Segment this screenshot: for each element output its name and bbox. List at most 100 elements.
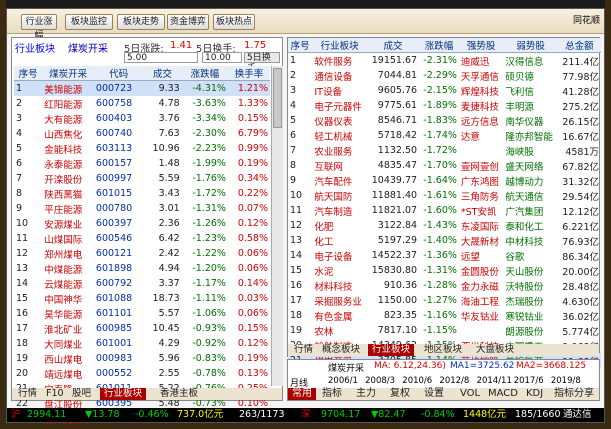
table-cell: 31.32亿 [562, 176, 599, 188]
nav-tab-adjust[interactable]: 复权 [386, 388, 414, 400]
table-row[interactable]: 20 靖远煤电 000552 2.55 -0.78% 0.13% [14, 366, 270, 381]
table-cell: 0.34% [237, 173, 268, 184]
table-cell: -0.93% [192, 323, 226, 334]
tab-region-sector[interactable]: 地区板块 [420, 344, 466, 356]
col-code[interactable]: 代码 [93, 66, 144, 81]
table-row[interactable]: 5 金能科技 603113 10.96 -2.23% 0.99% [14, 141, 270, 156]
tab-quote-right[interactable]: 行情 [290, 344, 317, 356]
table-row[interactable]: 4 山西焦化 600740 7.63 -2.30% 6.79% [14, 126, 270, 141]
table-row[interactable]: 1 美锦能源 000723 9.33 -4.31% 1.21% [14, 80, 270, 96]
col-weak-stock[interactable]: 弱势股 [503, 38, 558, 53]
nav-tab-share[interactable]: 指标分享 [550, 388, 598, 400]
table-row[interactable]: 2 红阳能源 600758 4.78 -3.63% 1.33% [14, 96, 270, 111]
nav-tab-common[interactable]: 常用 [288, 388, 316, 400]
col-name[interactable]: 煤炭开采 [42, 66, 94, 81]
col-index[interactable]: 序号 [14, 66, 43, 81]
table-cell: 汉得信息 [505, 56, 544, 68]
table-row[interactable]: 5 仪器仪表 8546.71 -1.83% 远方信息 南华仪器 26.15亿 [288, 113, 601, 128]
left-scroll-thumb[interactable] [273, 68, 282, 128]
table-cell: 0.12% [237, 338, 268, 349]
table-row[interactable]: 9 平庄能源 000780 3.01 -1.31% 0.07% [14, 201, 270, 216]
tab-concept-sector[interactable]: 概念板块 [318, 344, 364, 356]
table-cell: 211.4亿 [562, 56, 599, 68]
table-row[interactable]: 8 陕西黑猫 601015 3.43 -1.72% 0.22% [14, 186, 270, 201]
toolbar-button-sector-hot[interactable]: 板块热点 [213, 14, 255, 30]
col-index[interactable]: 序号 [288, 38, 313, 53]
table-row[interactable]: 14 电子设备 14522.37 -1.36% 远望 谷歌 86.34亿 [288, 248, 601, 263]
table-row[interactable]: 12 化肥 3122.84 -1.43% 东凌国际 泰和化工 6.221亿 [288, 218, 601, 233]
filter-input-max[interactable]: 10.00 [202, 52, 242, 63]
table-row[interactable]: 19 农林 7817.10 -1.15% 朗源股份 5.774亿 [288, 323, 601, 338]
col-price[interactable]: 成交 [366, 38, 420, 53]
col-change[interactable]: 涨跌幅 [419, 38, 459, 53]
table-row[interactable]: 3 IT设备 9605.76 -2.15% 辉煌科技 飞利信 41.28亿 [288, 83, 601, 98]
table-row[interactable]: 19 西山煤电 000983 5.96 -0.83% 0.19% [14, 351, 270, 366]
nav-tab-macd[interactable]: MACD [484, 388, 522, 400]
table-row[interactable]: 15 中国神华 601088 18.73 -1.11% 0.03% [14, 291, 270, 306]
table-row[interactable]: 15 水泥 15830.80 -1.31% 金圆股份 天山股份 20.00亿 [288, 263, 601, 278]
table-cell: 2 [290, 70, 297, 81]
col-change[interactable]: 涨跌幅 [181, 66, 228, 81]
table-row[interactable]: 8 互联网 4835.47 -1.70% 壹网壹创 盛天网络 67.82亿 [288, 158, 601, 173]
tab-industry-sector[interactable]: 行业板块 [100, 388, 147, 400]
table-cell: -0.78% [192, 368, 226, 379]
tab-industry-sector-right[interactable]: 行业板块 [368, 344, 415, 356]
col-strong-stock[interactable]: 强势股 [458, 38, 504, 53]
toolbar-button-sector-monitor[interactable]: 板块监控 [65, 14, 113, 30]
table-row[interactable]: 18 大同煤业 601001 4.29 -0.92% 0.12% [14, 336, 270, 351]
table-row[interactable]: 4 电子元器件 9775.61 -1.89% 麦捷科技 丰明源 275.2亿 [288, 98, 601, 113]
table-cell: 86.34亿 [562, 251, 599, 263]
nav-tab-settings[interactable]: 设置 [420, 388, 448, 400]
col-sector[interactable]: 行业板块 [312, 38, 367, 53]
toolbar-button-sector-rise[interactable]: 行业涨幅 [21, 14, 57, 41]
nav-tab-main[interactable]: 主力 [352, 388, 380, 400]
table-row[interactable]: 12 郑州煤电 600121 2.42 -1.22% 0.06% [14, 246, 270, 261]
table-row[interactable]: 13 化工 5197.29 -1.40% 大晟新材 中材科技 76.93亿 [288, 233, 601, 248]
nav-tab-vol[interactable]: VOL [456, 388, 484, 400]
table-row[interactable]: 18 有色金属 823.35 -1.16% 华友钴业 寒锐钴业 36.02亿 [288, 308, 601, 323]
tab-quote[interactable]: 行情 [14, 388, 41, 400]
table-cell: 000552 [95, 368, 133, 379]
col-turnover[interactable]: 换手率 [227, 66, 270, 81]
table-row[interactable]: 16 昊华能源 601101 5.57 -1.06% 0.06% [14, 306, 270, 321]
table-row[interactable]: 14 云煤能源 600792 3.37 -1.17% 0.14% [14, 276, 270, 291]
left-scrollbar[interactable] [271, 66, 283, 386]
table-row[interactable]: 10 安源煤业 600397 2.36 -1.26% 0.12% [14, 216, 270, 231]
table-cell: 海峡股 [505, 146, 534, 158]
table-row[interactable]: 11 汽车制造 11821.07 -1.60% *ST安凯 广汽集团 12.12亿 [288, 203, 601, 218]
nav-tab-indicator[interactable]: 指标 [318, 388, 346, 400]
tab-big-sector[interactable]: 大盘板块 [472, 344, 518, 356]
tab-hk-main[interactable]: 香港主板 [156, 388, 202, 400]
col-total-amount[interactable]: 总金额 [557, 38, 601, 53]
table-row[interactable]: 13 中煤能源 601898 4.94 -1.20% 0.06% [14, 261, 270, 276]
filter-button[interactable]: 5日换手 [244, 52, 280, 74]
table-cell: 汽车制造 [314, 206, 353, 218]
table-row[interactable]: 17 采掘服务业 1150.00 -1.27% 海油工程 杰瑞股份 4.630亿 [288, 293, 601, 308]
status-extra: 通达信 [563, 409, 592, 420]
toolbar-button-sector-trend[interactable]: 板块走势 [117, 14, 165, 30]
table-row[interactable]: 1 软件服务 19151.67 -2.31% 迪威迅 汉得信息 211.4亿 [288, 53, 601, 69]
table-row[interactable]: 17 淮北矿业 600985 10.45 -0.93% 0.15% [14, 321, 270, 336]
table-cell: 航天国防 [314, 191, 353, 203]
table-cell: 隆亦邦智能 [505, 131, 553, 143]
table-row[interactable]: 11 山煤国际 600546 6.42 -1.23% 0.58% [14, 231, 270, 246]
table-row[interactable]: 3 大有能源 600403 3.76 -3.34% 0.15% [14, 111, 270, 126]
table-row[interactable]: 6 永泰能源 600157 1.48 -1.99% 0.19% [14, 156, 270, 171]
table-row[interactable]: 6 轻工机械 5718.42 -1.74% 达意 隆亦邦智能 16.67亿 [288, 128, 601, 143]
filter-input-min[interactable]: 5.00 [124, 52, 198, 63]
col-price[interactable]: 成交 [143, 66, 182, 81]
table-cell: 14 [290, 250, 303, 261]
table-row[interactable]: 2 通信设备 7044.81 -2.29% 天孚通信 硕贝德 77.98亿 [288, 68, 601, 83]
table-cell: 000780 [95, 203, 133, 214]
table-row[interactable]: 7 开滦股份 600997 5.59 -1.76% 0.34% [14, 171, 270, 186]
table-row[interactable]: 16 材料科技 910.36 -1.28% 金力永磁 沃特股份 28.48亿 [288, 278, 601, 293]
table-row[interactable]: 9 汽车配件 10439.77 -1.64% 广东鸿图 越博动力 31.32亿 [288, 173, 601, 188]
table-row[interactable]: 10 航天国防 11881.40 -1.61% 三角防务 航天通信 29.54亿 [288, 188, 601, 203]
toolbar-button-fund-game[interactable]: 资金博弈 [167, 14, 209, 30]
table-row[interactable]: 7 农业服务 1132.50 -1.72% 海峡股 4581万 [288, 143, 601, 158]
tab-f10[interactable]: F10 [42, 388, 68, 400]
nav-tab-kdj[interactable]: KDJ [522, 388, 547, 400]
tab-forum[interactable]: 股吧 [68, 388, 95, 400]
table-cell: 麦捷科技 [460, 101, 499, 113]
table-cell: 9 [290, 175, 297, 186]
